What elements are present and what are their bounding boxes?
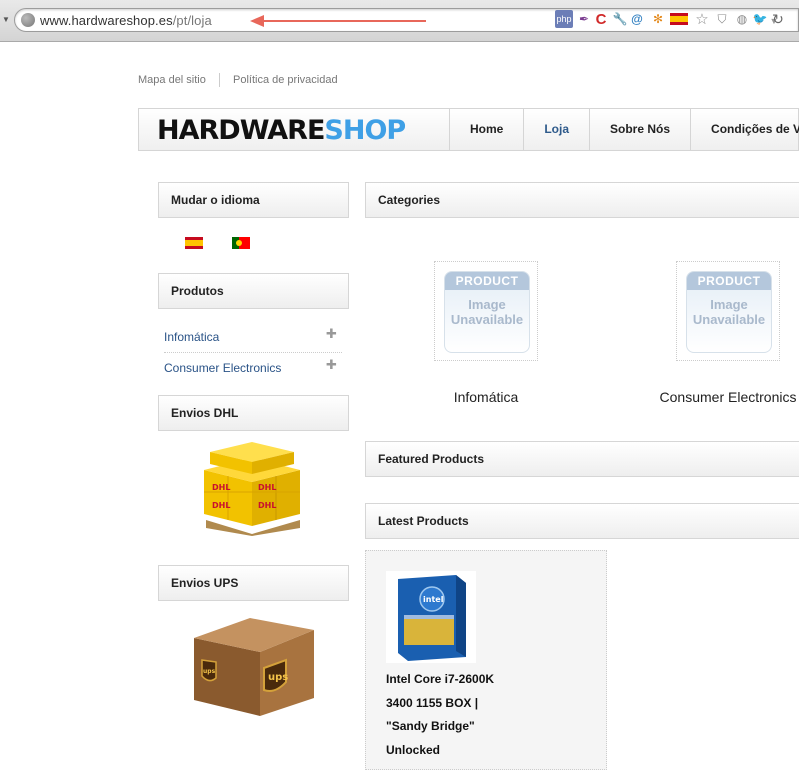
language-box-title: Mudar o idioma: [158, 182, 349, 218]
reload-icon[interactable]: ↻: [770, 10, 786, 28]
c-icon[interactable]: C: [593, 10, 609, 28]
globe-icon: [21, 13, 35, 27]
site-logo[interactable]: HARDWARESHOP: [157, 115, 406, 146]
spain-flag-icon[interactable]: [670, 10, 688, 28]
expand-icon[interactable]: ✚: [326, 357, 337, 373]
divider: [164, 352, 342, 353]
dhl-box-title: Envios DHL: [158, 395, 349, 431]
category-name-consumer-electronics[interactable]: Consumer Electronics: [654, 389, 799, 405]
nav-sobre-nos[interactable]: Sobre Nós: [589, 109, 690, 150]
main-nav: Home Loja Sobre Nós Condições de Ve: [449, 109, 799, 150]
product-title[interactable]: Intel Core i7-2600K 3400 1155 BOX | "San…: [386, 668, 586, 762]
feather-icon[interactable]: ✒: [576, 10, 592, 28]
svg-text:ups: ups: [203, 668, 216, 675]
sidebar-item-infomatica[interactable]: Infomática: [164, 330, 219, 344]
arrow-annotation-icon: [250, 15, 426, 27]
category-image-infomatica[interactable]: PRODUCT Image Unavailable: [434, 261, 538, 361]
categories-title: Categories: [365, 182, 799, 218]
browser-toolbar: ▼ www.hardwareshop.es/pt/loja php ✒ C 🔧 …: [0, 0, 799, 42]
svg-text:intel: intel: [423, 595, 444, 604]
products-box-title: Produtos: [158, 273, 349, 309]
top-links: Mapa del sitio Política de privacidad: [138, 73, 338, 87]
sitemap-link[interactable]: Mapa del sitio: [138, 74, 206, 86]
spanish-flag-icon[interactable]: [185, 237, 203, 249]
privacy-link[interactable]: Política de privacidad: [233, 74, 338, 86]
ups-box-title: Envios UPS: [158, 565, 349, 601]
category-image-consumer-electronics[interactable]: PRODUCT Image Unavailable: [676, 261, 780, 361]
feed-icon[interactable]: ◍: [734, 10, 750, 28]
product-image[interactable]: intel: [386, 571, 476, 663]
placeholder-text: Image Unavailable: [450, 297, 524, 327]
sidebar-item-consumer-electronics[interactable]: Consumer Electronics: [164, 361, 281, 375]
dhl-boxes-image[interactable]: DHL DHL DHL DHL: [196, 440, 308, 536]
url-text[interactable]: www.hardwareshop.es/pt/loja: [40, 13, 212, 28]
wrench-icon[interactable]: 🔧: [612, 10, 628, 28]
featured-products-title: Featured Products: [365, 441, 799, 477]
shield-icon[interactable]: ⛉: [714, 10, 730, 28]
placeholder-label: PRODUCT: [687, 272, 771, 290]
portuguese-flag-icon[interactable]: [232, 237, 250, 249]
expand-icon[interactable]: ✚: [326, 326, 337, 342]
ups-box-image[interactable]: ups ups: [190, 612, 318, 724]
latest-products-title: Latest Products: [365, 503, 799, 539]
nav-loja[interactable]: Loja: [523, 109, 589, 150]
swirl-icon[interactable]: @: [629, 10, 645, 28]
placeholder-label: PRODUCT: [445, 272, 529, 290]
sidebar-toggle-icon[interactable]: ▼: [2, 15, 10, 24]
placeholder-text: Image Unavailable: [692, 297, 766, 327]
nav-home[interactable]: Home: [449, 109, 523, 150]
php-icon[interactable]: php: [555, 10, 573, 28]
star-icon[interactable]: ☆: [694, 10, 710, 28]
nav-condicoes[interactable]: Condições de Ve: [690, 109, 799, 150]
svg-text:ups: ups: [268, 672, 288, 683]
svg-text:DHL: DHL: [212, 501, 230, 510]
category-name-infomatica[interactable]: Infomática: [434, 389, 538, 405]
svg-text:DHL: DHL: [258, 501, 276, 510]
joomla-icon[interactable]: ✻: [650, 10, 666, 28]
site-header: HARDWARESHOP Home Loja Sobre Nós Condiçõ…: [138, 108, 799, 151]
divider: [218, 73, 220, 87]
svg-text:DHL: DHL: [258, 483, 276, 492]
svg-text:DHL: DHL: [212, 483, 230, 492]
